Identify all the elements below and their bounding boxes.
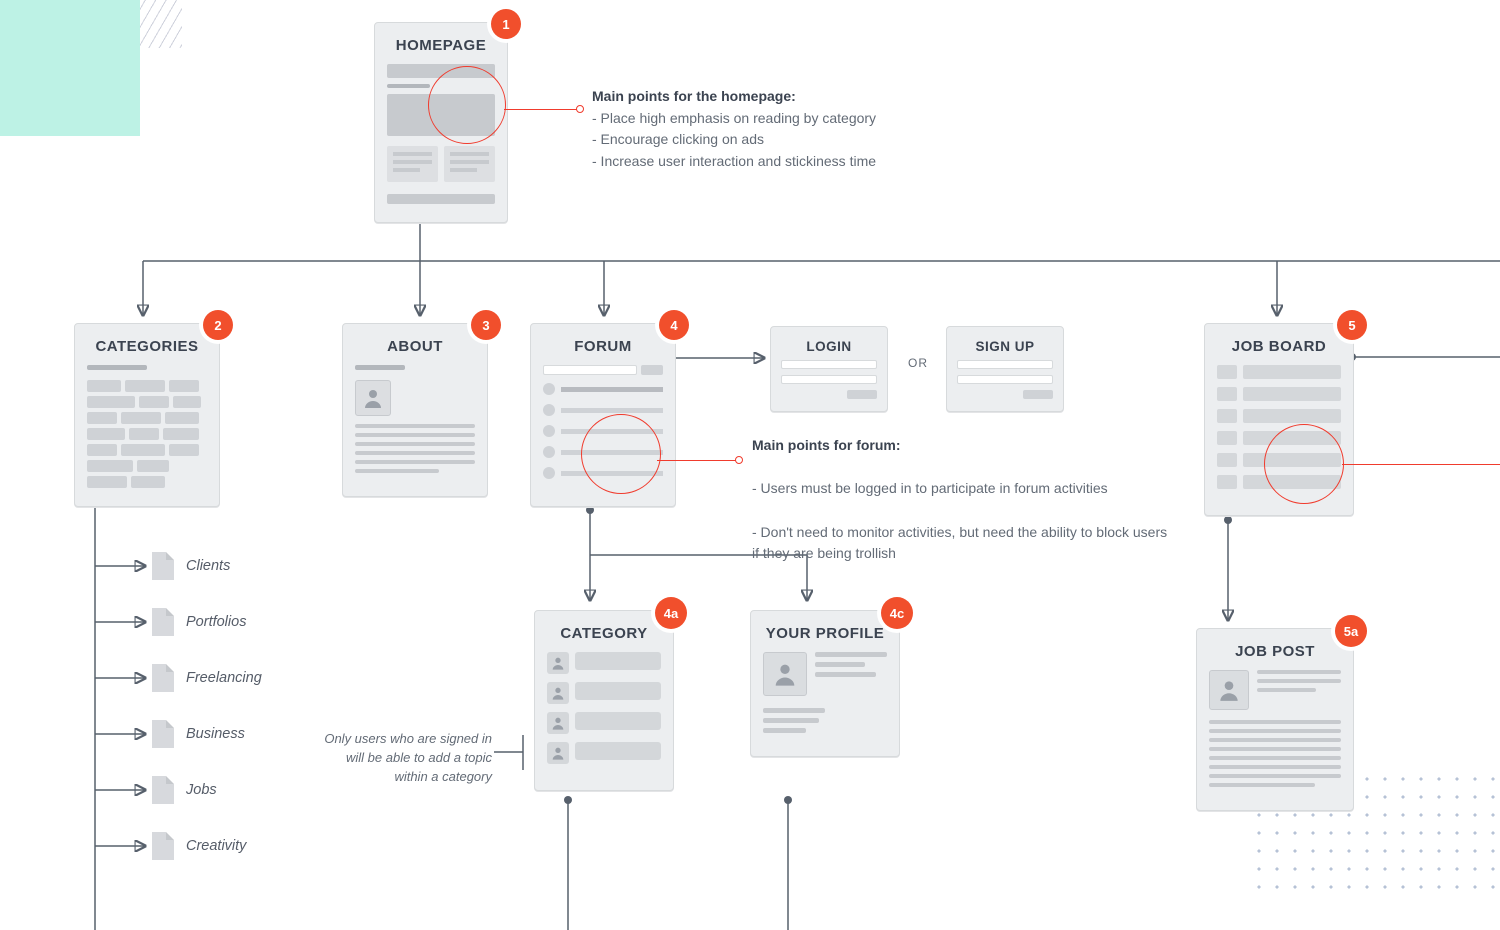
annotation-category-note-line3: within a category — [394, 769, 492, 784]
annotation-category-note-line1: Only users who are signed in — [324, 731, 492, 746]
page-icon — [152, 776, 174, 804]
badge-profile: 4c — [881, 597, 913, 629]
annotation-category-note-line2: will be able to add a topic — [346, 750, 492, 765]
node-categories-title: CATEGORIES — [87, 338, 207, 355]
node-login: LOGIN — [770, 326, 888, 412]
badge-jobpost: 5a — [1335, 615, 1367, 647]
list-item: Jobs — [152, 762, 262, 818]
node-category: 4a CATEGORY — [534, 610, 674, 791]
page-icon — [152, 608, 174, 636]
magnifier-forum-dot — [735, 456, 743, 464]
page-icon — [152, 720, 174, 748]
badge-categories: 2 — [203, 310, 233, 340]
annotation-forum-heading: Main points for forum: — [752, 437, 901, 453]
badge-category-number: 4a — [664, 606, 678, 621]
node-jobpost: 5a JOB POST — [1196, 628, 1354, 811]
category-pages-list: Clients Portfolios Freelancing Business … — [152, 538, 262, 874]
page-icon — [152, 664, 174, 692]
magnifier-homepage-dot — [576, 105, 584, 113]
avatar-placeholder-icon — [355, 380, 391, 416]
annotation-category-note: Only users who are signed in will be abl… — [302, 730, 492, 787]
magnifier-jobboard-leader — [1342, 464, 1500, 465]
avatar-placeholder-icon — [1209, 670, 1249, 710]
category-page-label: Portfolios — [186, 614, 246, 630]
node-jobboard-title: JOB BOARD — [1217, 338, 1341, 355]
badge-homepage: 1 — [491, 9, 521, 39]
magnifier-homepage-leader — [504, 109, 578, 110]
category-page-label: Business — [186, 726, 245, 742]
node-profile-title: YOUR PROFILE — [763, 625, 887, 642]
list-item: Portfolios — [152, 594, 262, 650]
node-category-title: CATEGORY — [547, 625, 661, 642]
badge-about: 3 — [471, 310, 501, 340]
node-homepage-title: HOMEPAGE — [387, 37, 495, 54]
category-page-label: Jobs — [186, 782, 217, 798]
annotation-homepage: Main points for the homepage: - Place hi… — [592, 86, 1012, 173]
category-page-label: Creativity — [186, 838, 246, 854]
badge-jobboard-number: 5 — [1348, 318, 1355, 333]
decorative-teal-block — [0, 0, 140, 136]
list-item: Freelancing — [152, 650, 262, 706]
node-signup-title: SIGN UP — [957, 339, 1053, 354]
node-about: 3 ABOUT — [342, 323, 488, 497]
magnifier-forum — [581, 414, 661, 494]
badge-category: 4a — [655, 597, 687, 629]
annotation-homepage-bullet-3: - Increase user interaction and stickine… — [592, 153, 876, 169]
magnifier-homepage — [428, 66, 506, 144]
badge-jobboard: 5 — [1337, 310, 1367, 340]
badge-profile-number: 4c — [890, 606, 904, 621]
user-icon — [547, 742, 569, 764]
node-signup: SIGN UP — [946, 326, 1064, 412]
user-icon — [547, 682, 569, 704]
page-icon — [152, 832, 174, 860]
node-login-title: LOGIN — [781, 339, 877, 354]
magnifier-jobboard — [1264, 424, 1344, 504]
node-forum-title: FORUM — [543, 338, 663, 355]
category-page-label: Clients — [186, 558, 230, 574]
magnifier-forum-leader — [657, 460, 737, 461]
annotation-homepage-heading: Main points for the homepage: — [592, 88, 796, 104]
node-about-title: ABOUT — [355, 338, 475, 355]
node-categories: 2 CATEGORIES — [74, 323, 220, 507]
annotation-forum-bullet-2: - Don't need to monitor activities, but … — [752, 524, 1167, 562]
badge-jobpost-number: 5a — [1344, 624, 1358, 639]
list-item: Business — [152, 706, 262, 762]
avatar-placeholder-icon — [763, 652, 807, 696]
node-jobpost-title: JOB POST — [1209, 643, 1341, 660]
annotation-homepage-bullet-1: - Place high emphasis on reading by cate… — [592, 110, 876, 126]
annotation-homepage-bullet-2: - Encourage clicking on ads — [592, 131, 764, 147]
page-icon — [152, 552, 174, 580]
badge-homepage-number: 1 — [502, 17, 509, 32]
category-page-label: Freelancing — [186, 670, 262, 686]
badge-forum-number: 4 — [670, 318, 677, 333]
badge-categories-number: 2 — [214, 318, 221, 333]
user-icon — [547, 712, 569, 734]
node-profile: 4c YOUR PROFILE — [750, 610, 900, 757]
annotation-forum-bullet-1: - Users must be logged in to participate… — [752, 480, 1108, 496]
badge-forum: 4 — [659, 310, 689, 340]
list-item: Clients — [152, 538, 262, 594]
annotation-forum: Main points for forum: - Users must be l… — [752, 435, 1172, 565]
badge-about-number: 3 — [482, 318, 489, 333]
list-item: Creativity — [152, 818, 262, 874]
or-label: OR — [908, 356, 928, 370]
user-icon — [547, 652, 569, 674]
